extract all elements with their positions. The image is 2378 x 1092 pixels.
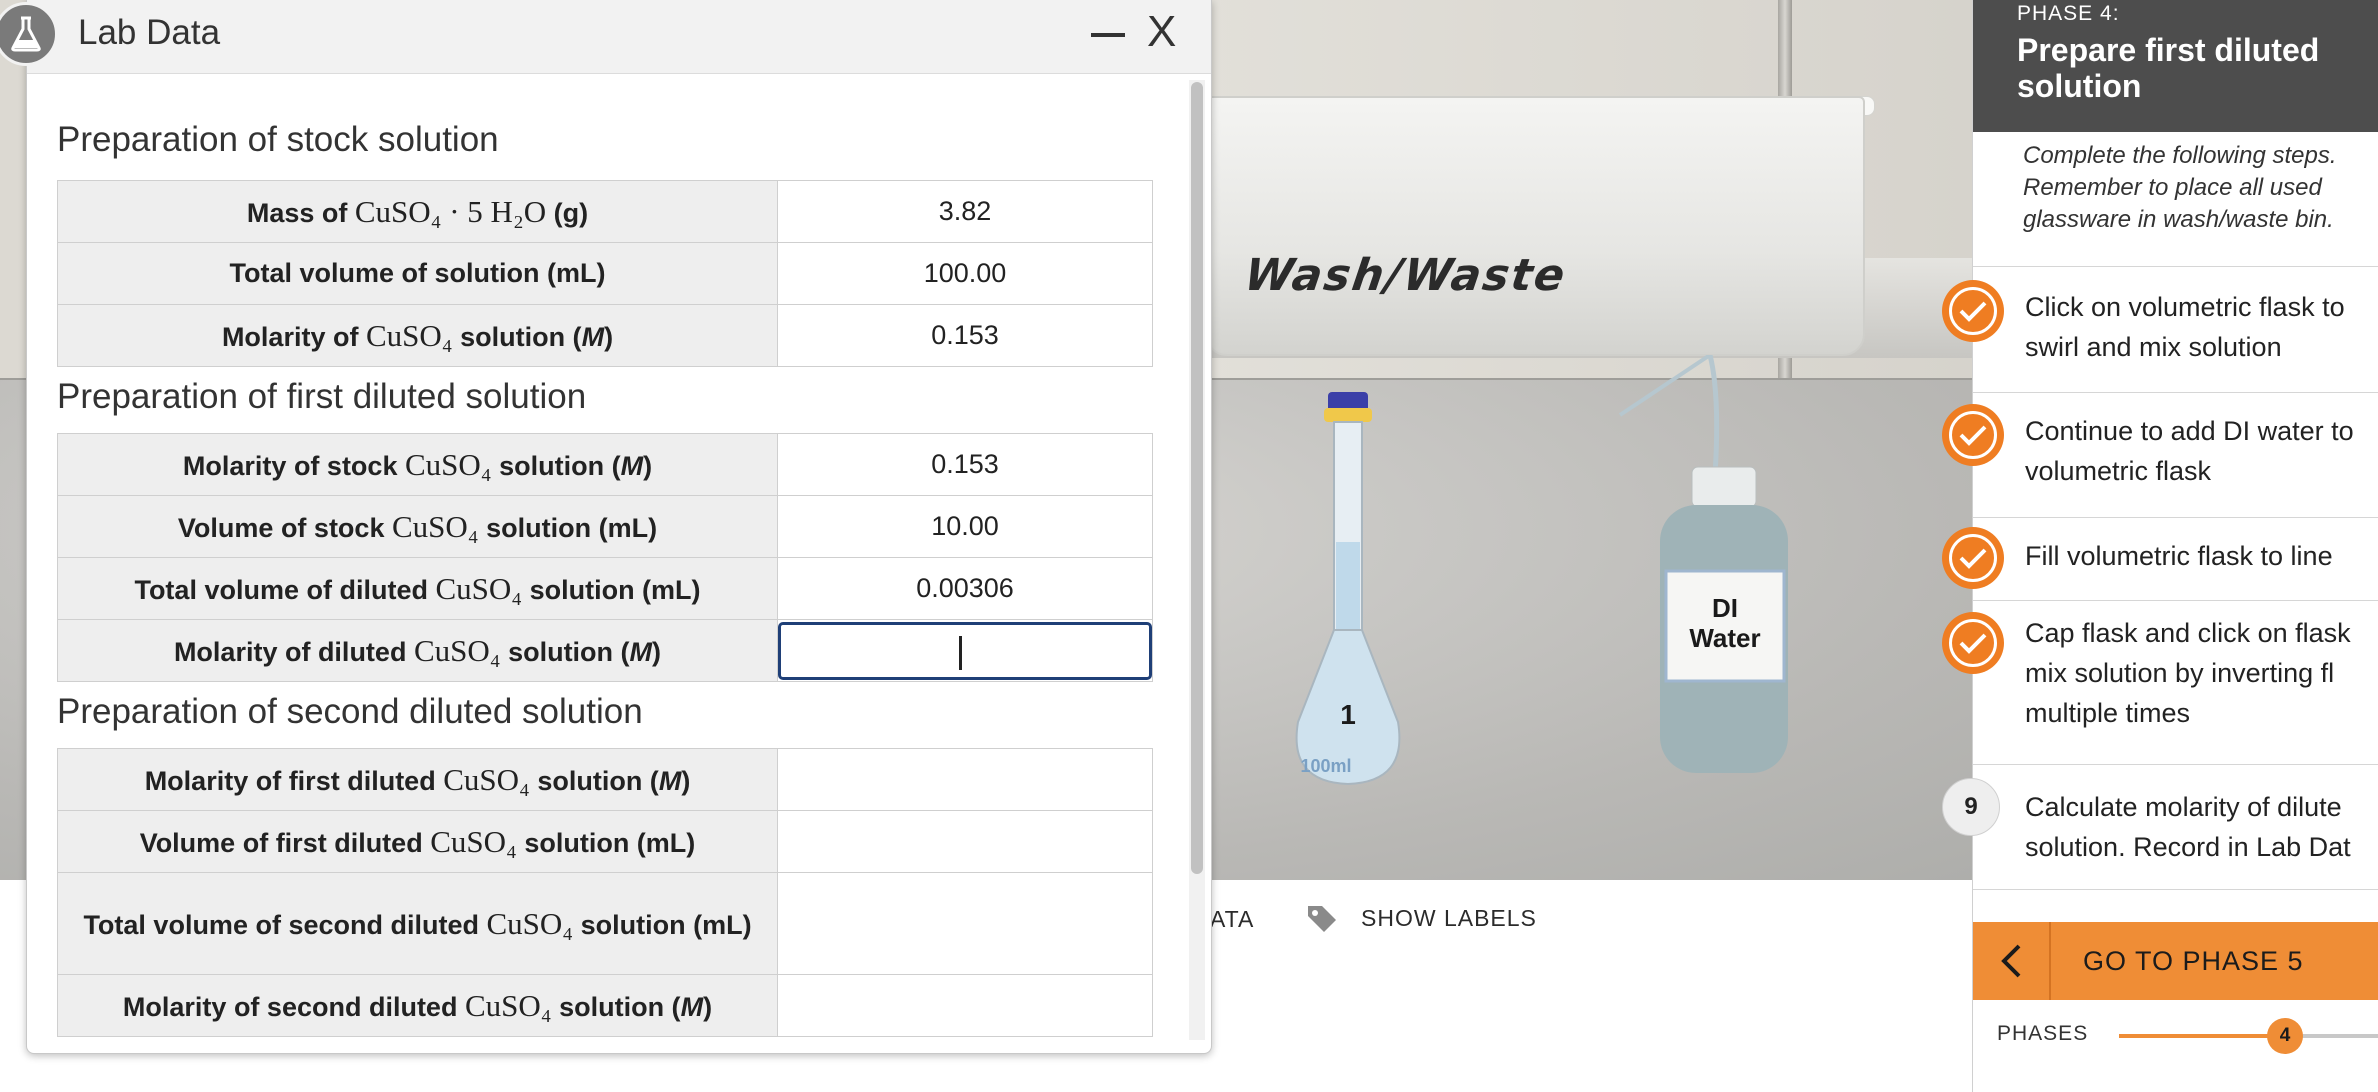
tag-icon bbox=[1308, 906, 1336, 932]
first-dilution-table: Molarity of stock CuSO₄ solution (M) 0.1… bbox=[57, 433, 1153, 682]
lab-data-dialog: Lab Data X Preparation of stock solution… bbox=[26, 0, 1212, 1054]
go-to-next-phase-button[interactable]: GO TO PHASE 5 bbox=[1973, 922, 2378, 1000]
diluted-molarity-cell bbox=[777, 619, 1153, 682]
go-to-phase-label: GO TO PHASE 5 bbox=[2083, 945, 2304, 976]
row-label: Molarity of first diluted CuSO₄ solution… bbox=[57, 748, 778, 811]
minimize-icon[interactable] bbox=[1087, 14, 1127, 54]
step-text: Click on volumetric flask to swirl and mi… bbox=[2025, 292, 2345, 362]
dialog-scrollbar[interactable] bbox=[1189, 80, 1205, 1040]
first-diluted-molarity-input[interactable] bbox=[777, 748, 1153, 811]
stock-molarity-value[interactable]: 0.153 bbox=[777, 304, 1153, 367]
row-label: Mass of CuSO₄ · 5 H₂O (g) bbox=[57, 180, 778, 243]
step-text: Fill volumetric flask to line bbox=[2025, 541, 2333, 571]
stock-molarity-input[interactable]: 0.153 bbox=[777, 433, 1153, 496]
second-total-volume-input[interactable] bbox=[777, 872, 1153, 975]
phase-knob[interactable]: 4 bbox=[2267, 1018, 2303, 1054]
diluted-volume-input[interactable]: 0.00306 bbox=[777, 557, 1153, 620]
scroll-thumb[interactable] bbox=[1191, 82, 1203, 874]
phases-slider: PHASES 4 bbox=[1973, 1010, 2378, 1092]
step-item[interactable]: Cap flask and click on flask mix solution… bbox=[1973, 600, 2378, 760]
row-label: Total volume of second diluted CuSO₄ sol… bbox=[57, 872, 778, 975]
phase-header: PHASE 4: Prepare first diluted solution bbox=[1973, 0, 2378, 132]
step-item-current[interactable]: Calculate molarity of dilute solution. Re… bbox=[1973, 764, 2378, 890]
second-dilution-section-title: Preparation of second diluted solution bbox=[57, 692, 643, 731]
step-text: Cap flask and click on flask mix solution… bbox=[2025, 618, 2351, 728]
bottle-label-water: Water bbox=[1689, 623, 1760, 653]
step-text: Calculate molarity of dilute solution. Re… bbox=[2025, 792, 2351, 862]
table-row: Mass of CuSO₄ · 5 H₂O (g) 3.82 bbox=[57, 180, 1153, 243]
second-dilution-table: Molarity of first diluted CuSO₄ solution… bbox=[57, 748, 1153, 1037]
table-row: Total volume of solution (mL) 100.00 bbox=[57, 242, 1153, 305]
row-label: Volume of stock CuSO₄ solution (mL) bbox=[57, 495, 778, 558]
table-row: Molarity of stock CuSO₄ solution (M) 0.1… bbox=[57, 433, 1153, 496]
first-dilution-section-title: Preparation of first diluted solution bbox=[57, 377, 587, 416]
row-label: Volume of first diluted CuSO₄ solution (… bbox=[57, 810, 778, 873]
show-labels-button[interactable]: SHOW LABELS bbox=[1305, 903, 1537, 933]
instructions-text: Complete the following steps. Remember t… bbox=[2023, 142, 2337, 233]
table-row: Volume of first diluted CuSO₄ solution (… bbox=[57, 810, 1153, 873]
row-label: Molarity of diluted CuSO₄ solution (M) bbox=[57, 619, 778, 682]
row-label: Molarity of stock CuSO₄ solution (M) bbox=[57, 433, 778, 496]
instructions-panel: PHASE 4: Prepare first diluted solution … bbox=[1972, 0, 2378, 1092]
phase-progress bbox=[2119, 1034, 2287, 1038]
step-item[interactable]: Click on volumetric flask to swirl and mi… bbox=[1973, 266, 2378, 372]
table-row: Total volume of diluted CuSO₄ solution (… bbox=[57, 557, 1153, 620]
bottle-label-di: DI bbox=[1712, 593, 1738, 623]
step-item[interactable]: Fill volumetric flask to line bbox=[1973, 517, 2378, 593]
row-label: Molarity of second diluted CuSO₄ solutio… bbox=[57, 974, 778, 1037]
flask-volume-mark: 100ml bbox=[1300, 756, 1351, 776]
di-water-bottle[interactable]: DI Water bbox=[1610, 355, 1790, 775]
text-caret bbox=[959, 635, 962, 670]
table-row: Total volume of second diluted CuSO₄ sol… bbox=[57, 872, 1153, 975]
dialog-title: Lab Data bbox=[78, 13, 221, 52]
flask-number: 1 bbox=[1340, 699, 1356, 730]
volumetric-flask[interactable]: 1 100ml bbox=[1278, 372, 1418, 792]
total-volume-value[interactable]: 100.00 bbox=[777, 242, 1153, 305]
chevron-left-icon[interactable] bbox=[1973, 922, 2051, 1000]
second-molarity-input[interactable] bbox=[777, 974, 1153, 1037]
row-label: Total volume of solution (mL) bbox=[57, 242, 778, 305]
wash-waste-bin[interactable] bbox=[1205, 96, 1865, 356]
table-row: Molarity of first diluted CuSO₄ solution… bbox=[57, 748, 1153, 811]
diluted-molarity-input[interactable] bbox=[778, 621, 1152, 680]
checkmark-icon bbox=[1942, 527, 2004, 589]
row-label: Total volume of diluted CuSO₄ solution (… bbox=[57, 557, 778, 620]
table-row: Molarity of diluted CuSO₄ solution (M) bbox=[57, 619, 1153, 682]
table-row: Molarity of second diluted CuSO₄ solutio… bbox=[57, 974, 1153, 1037]
wash-waste-label: Wash/Waste bbox=[1241, 250, 1570, 301]
show-labels-label: SHOW LABELS bbox=[1361, 904, 1537, 931]
close-button[interactable]: X bbox=[1147, 6, 1176, 58]
phase-title: Prepare first diluted solution bbox=[2017, 32, 2320, 104]
first-diluted-volume-input[interactable] bbox=[777, 810, 1153, 873]
stock-volume-input[interactable]: 10.00 bbox=[777, 495, 1153, 558]
mass-value[interactable]: 3.82 bbox=[777, 180, 1153, 243]
dialog-header[interactable]: Lab Data X bbox=[27, 0, 1211, 74]
table-row: Volume of stock CuSO₄ solution (mL) 10.0… bbox=[57, 495, 1153, 558]
phases-label: PHASES bbox=[1997, 1022, 2089, 1045]
stock-section-title: Preparation of stock solution bbox=[57, 120, 499, 159]
show-data-button[interactable]: ATA bbox=[1210, 906, 1254, 933]
step-text: Continue to add DI water to volumetric fl… bbox=[2025, 416, 2354, 486]
phase-number: PHASE 4: bbox=[2017, 2, 2120, 25]
table-row: Molarity of CuSO₄ solution (M) 0.153 bbox=[57, 304, 1153, 367]
checkmark-icon bbox=[1942, 404, 2004, 466]
step-item[interactable]: Continue to add DI water to volumetric fl… bbox=[1973, 392, 2378, 498]
checkmark-icon bbox=[1942, 612, 2004, 674]
row-label: Molarity of CuSO₄ solution (M) bbox=[57, 304, 778, 367]
stock-table: Mass of CuSO₄ · 5 H₂O (g) 3.82 Total vol… bbox=[57, 180, 1153, 367]
dialog-body: Preparation of stock solution Mass of Cu… bbox=[57, 74, 1177, 1053]
step-number-badge: 9 bbox=[1942, 778, 2000, 836]
checkmark-icon bbox=[1942, 280, 2004, 342]
